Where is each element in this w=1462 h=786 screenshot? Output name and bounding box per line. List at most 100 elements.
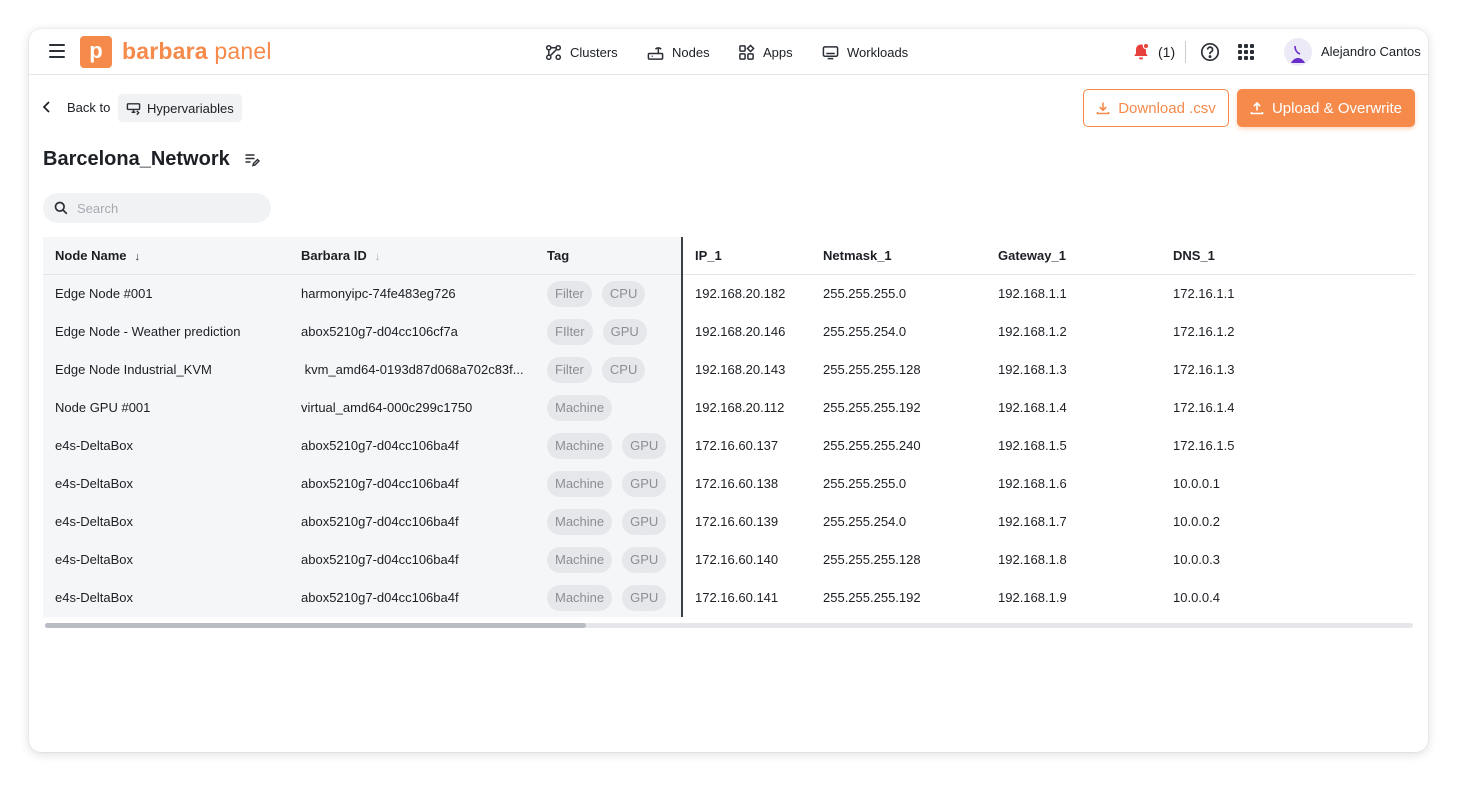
chevron-left-icon[interactable] [41, 100, 53, 114]
help-icon[interactable] [1200, 42, 1220, 62]
sort-down-icon[interactable]: ↓ [375, 238, 381, 276]
nav-workloads[interactable]: Workloads [822, 29, 908, 75]
tag-chip[interactable]: Filter [547, 281, 592, 307]
tag-chip[interactable]: Machine [547, 395, 613, 421]
dns-cell: 172.16.1.1 [1173, 286, 1235, 301]
header-gateway: Gateway_1 [998, 248, 1066, 263]
node-name-cell[interactable]: e4s-DeltaBox [55, 503, 291, 541]
tag-list: Machine GPU [547, 471, 667, 497]
node-name-cell[interactable]: Edge Node #001 [55, 275, 291, 313]
header-tag: Tag [547, 248, 570, 263]
hypervariables-icon [126, 102, 141, 115]
user-name[interactable]: Alejandro Cantos [1321, 44, 1421, 59]
table-row[interactable]: 192.168.20.146 255.255.254.0 192.168.1.2 17… [683, 313, 1415, 351]
table-row[interactable]: e4s-DeltaBox abox5210g7-d04cc106ba4f Machi… [43, 579, 681, 617]
dns-cell: 10.0.0.2 [1173, 514, 1220, 529]
table-row[interactable]: 172.16.60.137 255.255.255.240 192.168.1.5 1… [683, 427, 1415, 465]
node-name-cell[interactable]: Node GPU #001 [55, 389, 291, 427]
gateway-cell: 192.168.1.4 [998, 400, 1067, 415]
table-row[interactable]: 172.16.60.140 255.255.255.128 192.168.1.8 1… [683, 541, 1415, 579]
netmask-cell: 255.255.255.0 [823, 476, 907, 491]
table-row[interactable]: 192.168.20.182 255.255.255.0 192.168.1.1 17… [683, 275, 1415, 313]
gateway-cell: 192.168.1.3 [998, 362, 1067, 377]
clusters-icon [545, 44, 562, 60]
upload-icon [1250, 101, 1264, 115]
table-row[interactable]: 192.168.20.112 255.255.255.192 192.168.1.4… [683, 389, 1415, 427]
node-name-cell[interactable]: e4s-DeltaBox [55, 579, 291, 617]
node-name-cell[interactable]: e4s-DeltaBox [55, 541, 291, 579]
search-field[interactable] [43, 193, 271, 223]
tag-list: Filter CPU [547, 281, 646, 307]
table-row[interactable]: e4s-DeltaBox abox5210g7-d04cc106ba4f Machi… [43, 427, 681, 465]
barbara-id-cell: harmonyipc-74fe483eg726 [301, 286, 456, 301]
nav-apps-label: Apps [763, 44, 793, 60]
tag-chip[interactable]: GPU [622, 433, 667, 459]
logo-text: barbara panel [122, 38, 272, 65]
avatar[interactable] [1284, 38, 1312, 66]
top-bar: p barbara panel Clusters Nodes Apps Work… [29, 29, 1428, 75]
table-row[interactable]: e4s-DeltaBox abox5210g7-d04cc106ba4f Machi… [43, 465, 681, 503]
tag-chip[interactable]: Filter [547, 357, 592, 383]
table-row[interactable]: Edge Node #001 harmonyipc-74fe483eg726 Fil… [43, 275, 681, 313]
tag-list: FIlter GPU [547, 319, 647, 345]
tag-chip[interactable]: GPU [622, 509, 667, 535]
barbara-id-cell: abox5210g7-d04cc106ba4f [301, 590, 459, 605]
tag-chip[interactable]: Machine [547, 547, 613, 573]
table-row[interactable]: 172.16.60.139 255.255.254.0 192.168.1.7 10.… [683, 503, 1415, 541]
netmask-cell: 255.255.254.0 [823, 514, 907, 529]
node-name-cell[interactable]: e4s-DeltaBox [55, 427, 291, 465]
menu-icon[interactable] [49, 44, 65, 58]
table-row[interactable]: Node GPU #001 virtual_amd64-000c299c1750 M… [43, 389, 681, 427]
nav-apps[interactable]: Apps [738, 29, 793, 75]
tag-chip[interactable]: Machine [547, 509, 613, 535]
table-row[interactable]: e4s-DeltaBox abox5210g7-d04cc106ba4f Machi… [43, 541, 681, 579]
table-row[interactable]: 172.16.60.141 255.255.255.192 192.168.1.9 1… [683, 579, 1415, 617]
upload-overwrite-button[interactable]: Upload & Overwrite [1237, 89, 1415, 127]
dns-cell: 10.0.0.4 [1173, 590, 1220, 605]
gateway-cell: 192.168.1.1 [998, 286, 1067, 301]
tag-chip[interactable]: GPU [602, 319, 647, 345]
nav-nodes-label: Nodes [672, 44, 710, 60]
table-header: IP_1 Netmask_1 Gateway_1 DNS_1 [683, 237, 1415, 275]
bell-icon[interactable] [1131, 42, 1151, 62]
tag-chip[interactable]: CPU [601, 357, 646, 383]
app-grid-icon[interactable] [1238, 44, 1254, 60]
netmask-cell: 255.255.255.128 [823, 362, 921, 377]
node-name-cell[interactable]: e4s-DeltaBox [55, 465, 291, 503]
tag-chip[interactable]: CPU [601, 281, 646, 307]
tag-chip[interactable]: FIlter [547, 319, 593, 345]
header-barbara-id[interactable]: Barbara ID ↓ [301, 237, 380, 275]
frozen-columns: Node Name ↓ Barbara ID ↓ Tag Edge Node #00… [43, 237, 683, 617]
scrollbar-thumb[interactable] [45, 623, 586, 628]
barbara-id-cell: virtual_amd64-000c299c1750 [301, 400, 473, 415]
netmask-cell: 255.255.255.128 [823, 552, 921, 567]
header-ip: IP_1 [695, 248, 722, 263]
header-node-name-label: Node Name [55, 248, 127, 263]
node-name-cell[interactable]: Edge Node - Weather prediction [55, 313, 291, 351]
search-input[interactable] [77, 193, 257, 223]
tag-chip[interactable]: Machine [547, 471, 613, 497]
sort-down-icon[interactable]: ↓ [135, 238, 141, 276]
node-name-cell[interactable]: Edge Node Industrial_KVM [55, 351, 291, 389]
edit-list-icon[interactable] [244, 152, 260, 168]
horizontal-scrollbar[interactable] [45, 623, 1413, 628]
table-row[interactable]: 192.168.20.143 255.255.255.128 192.168.1.3… [683, 351, 1415, 389]
download-csv-button[interactable]: Download .csv [1083, 89, 1229, 127]
tag-chip[interactable]: GPU [622, 547, 667, 573]
breadcrumb-hypervariables[interactable]: Hypervariables [118, 94, 242, 122]
tag-chip[interactable]: GPU [622, 585, 667, 611]
ip-cell: 192.168.20.146 [695, 324, 786, 339]
table-row[interactable]: Edge Node - Weather prediction abox5210g7… [43, 313, 681, 351]
nav-clusters[interactable]: Clusters [545, 29, 618, 75]
back-link[interactable]: Back to [67, 100, 110, 115]
notification-count[interactable]: (1) [1158, 44, 1175, 60]
nav-nodes[interactable]: Nodes [647, 29, 710, 75]
table-row[interactable]: Edge Node Industrial_KVM kvm_amd64-0193d… [43, 351, 681, 389]
gateway-cell: 192.168.1.8 [998, 552, 1067, 567]
tag-chip[interactable]: GPU [622, 471, 667, 497]
header-node-name[interactable]: Node Name ↓ [55, 237, 140, 275]
tag-chip[interactable]: Machine [547, 585, 613, 611]
table-row[interactable]: 172.16.60.138 255.255.255.0 192.168.1.6 10.… [683, 465, 1415, 503]
tag-chip[interactable]: Machine [547, 433, 613, 459]
table-row[interactable]: e4s-DeltaBox abox5210g7-d04cc106ba4f Machi… [43, 503, 681, 541]
